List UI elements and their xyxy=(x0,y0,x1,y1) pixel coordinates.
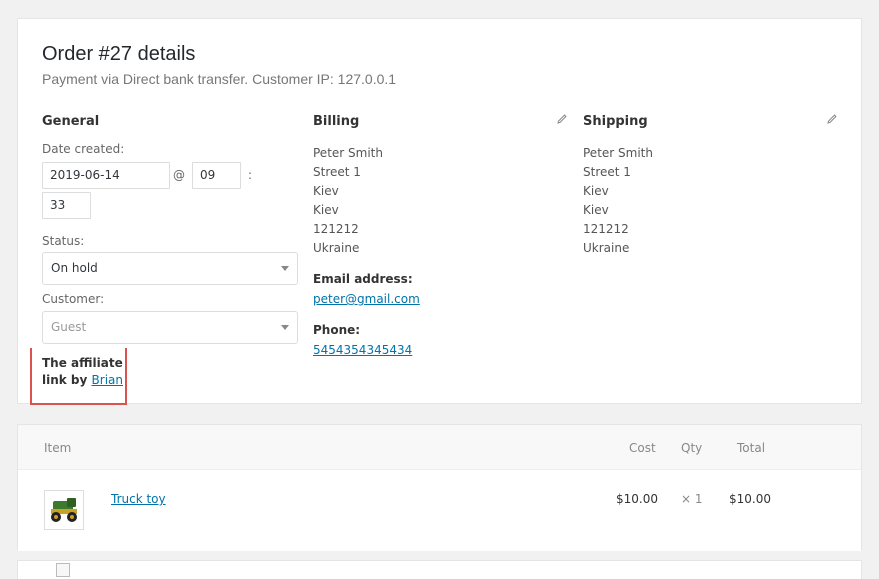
affiliate-notice: The affiliate link by Brian xyxy=(30,348,127,405)
truck-toy-icon xyxy=(51,498,77,522)
email-link[interactable]: peter@gmail.com xyxy=(313,292,420,306)
hour-input[interactable]: 09 xyxy=(192,162,241,189)
minute-input[interactable]: 33 xyxy=(42,192,91,219)
order-items-panel: Item Cost Qty Total Truck toy $10.00 × 1… xyxy=(17,424,862,551)
shipping-line: Kiev xyxy=(583,184,609,198)
column-header-cost: Cost xyxy=(629,441,656,455)
shipping-line: Kiev xyxy=(583,203,609,217)
billing-line: Street 1 xyxy=(313,165,361,179)
billing-line: Peter Smith xyxy=(313,146,383,160)
order-subtitle: Payment via Direct bank transfer. Custom… xyxy=(42,71,397,87)
shipping-line: Ukraine xyxy=(583,241,630,255)
at-separator: @ xyxy=(173,168,185,182)
status-select-value: On hold xyxy=(51,261,98,275)
time-colon: : xyxy=(248,168,253,182)
bottom-panel-edge xyxy=(17,560,862,579)
order-details-panel: Order #27 details Payment via Direct ban… xyxy=(17,18,862,405)
date-created-label: Date created: xyxy=(42,142,125,156)
affiliate-link[interactable]: Brian xyxy=(92,373,123,387)
page-title: Order #27 details xyxy=(42,43,196,65)
billing-line: Kiev xyxy=(313,203,339,217)
customer-label: Customer: xyxy=(42,292,105,306)
general-heading: General xyxy=(42,114,100,129)
item-total: $10.00 xyxy=(729,492,771,506)
billing-line: Kiev xyxy=(313,184,339,198)
column-header-total: Total xyxy=(737,441,766,455)
customer-select-value: Guest xyxy=(51,320,87,334)
email-label: Email address: xyxy=(313,272,413,286)
truck-toy-image xyxy=(44,490,84,530)
billing-line: Ukraine xyxy=(313,241,360,255)
shipping-heading: Shipping xyxy=(583,114,648,129)
item-name-link[interactable]: Truck toy xyxy=(111,492,166,506)
column-header-item: Item xyxy=(44,441,72,455)
billing-heading: Billing xyxy=(313,114,360,129)
chevron-down-icon xyxy=(281,325,289,330)
column-header-qty: Qty xyxy=(681,441,703,455)
checkbox[interactable] xyxy=(56,563,70,577)
billing-address: Peter Smith Street 1 Kiev Kiev 121212 Uk… xyxy=(313,144,383,258)
shipping-line: 121212 xyxy=(583,222,629,236)
shipping-line: Peter Smith xyxy=(583,146,653,160)
customer-select[interactable]: Guest xyxy=(42,311,298,344)
shipping-address: Peter Smith Street 1 Kiev Kiev 121212 Uk… xyxy=(583,144,653,258)
affiliate-text-line1: The affiliate xyxy=(42,356,123,370)
status-label: Status: xyxy=(42,234,85,248)
billing-line: 121212 xyxy=(313,222,359,236)
phone-label: Phone: xyxy=(313,323,361,337)
table-row: Truck toy $10.00 × 1 $10.00 xyxy=(18,469,861,551)
item-cost: $10.00 xyxy=(616,492,658,506)
date-created-input[interactable]: 2019-06-14 xyxy=(42,162,170,189)
pencil-icon[interactable] xyxy=(826,113,838,125)
pencil-icon[interactable] xyxy=(556,113,568,125)
affiliate-text-prefix: link by xyxy=(42,373,88,387)
phone-link[interactable]: 5454354345434 xyxy=(313,343,412,357)
shipping-line: Street 1 xyxy=(583,165,631,179)
status-select[interactable]: On hold xyxy=(42,252,298,285)
item-qty: × 1 xyxy=(681,492,703,506)
chevron-down-icon xyxy=(281,266,289,271)
